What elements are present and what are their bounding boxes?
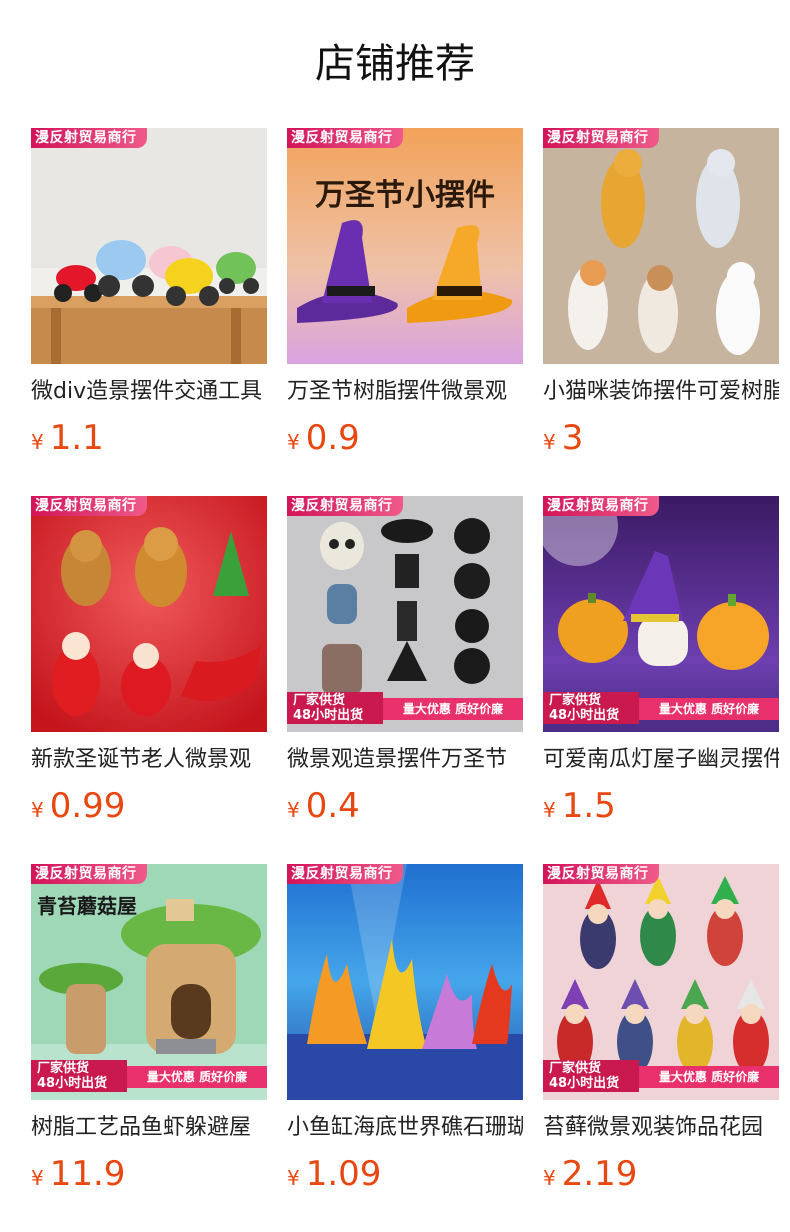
product-name[interactable]: 微div造景摆件交通工具 [31,376,267,408]
product-image[interactable]: 漫反射贸易商行 厂家供货 48小时出货 量大优惠 质好价廉 [543,496,779,732]
price-value: 0.99 [49,786,126,826]
promo-banner-right: 量大优惠 质好价廉 [639,698,779,720]
product-name[interactable]: 树脂工艺品鱼虾躲避屋 [31,1112,267,1144]
shop-tag: 漫反射贸易商行 [543,496,659,516]
product-price: ¥3 [543,416,583,466]
product-price: ¥0.99 [31,784,125,834]
image-overlay-title: 万圣节小摆件 [315,178,495,213]
promo-banner-left: 厂家供货 48小时出货 [31,1060,127,1092]
product-price: ¥11.9 [31,1152,125,1202]
product-price: ¥1.1 [31,416,104,466]
promo-banner-right: 量大优惠 质好价廉 [383,698,523,720]
product-name[interactable]: 可爱南瓜灯屋子幽灵摆件 [543,744,779,776]
price-value: 0.9 [305,418,360,458]
shop-tag: 漫反射贸易商行 [287,864,403,884]
price-value: 11.9 [49,1154,126,1194]
product-image[interactable]: 漫反射贸易商行 厂家供货 48小时出货 量大优惠 质好价廉 [543,864,779,1100]
product-name[interactable]: 微景观造景摆件万圣节 [287,744,523,776]
promo-banner-right: 量大优惠 质好价廉 [639,1066,779,1088]
price-value: 1.1 [49,418,104,458]
product-image[interactable]: 漫反射贸易商行 [543,128,779,364]
shop-tag: 漫反射贸易商行 [287,496,403,516]
product-price: ¥1.09 [287,1152,381,1202]
product-image[interactable]: 万圣节小摆件 漫反射贸易商行 [287,128,523,364]
product-price: ¥2.19 [543,1152,637,1202]
product-name[interactable]: 苔藓微景观装饰品花园 [543,1112,779,1144]
currency-symbol: ¥ [543,798,556,822]
product-image[interactable]: 漫反射贸易商行 厂家供货 48小时出货 量大优惠 质好价廉 [287,496,523,732]
promo-banner: 厂家供货 48小时出货 量大优惠 质好价廉 [543,692,779,724]
currency-symbol: ¥ [287,798,300,822]
product-image[interactable]: 漫反射贸易商行 [287,864,523,1100]
currency-symbol: ¥ [31,798,44,822]
promo-banner: 厂家供货 48小时出货 量大优惠 质好价廉 [287,692,523,724]
product-image[interactable]: 青苔蘑菇屋 漫反射贸易商行 厂家供货 48小时出货 量大优惠 质好价廉 [31,864,267,1100]
currency-symbol: ¥ [287,1166,300,1190]
shop-tag: 漫反射贸易商行 [31,864,147,884]
promo-banner-left: 厂家供货 48小时出货 [543,1060,639,1092]
product-price: ¥0.4 [287,784,360,834]
promo-banner-left: 厂家供货 48小时出货 [287,692,383,724]
currency-symbol: ¥ [31,1166,44,1190]
shop-tag: 漫反射贸易商行 [543,864,659,884]
image-overlay-title: 青苔蘑菇屋 [37,894,137,918]
currency-symbol: ¥ [287,430,300,454]
shop-tag: 漫反射贸易商行 [543,128,659,148]
product-name[interactable]: 万圣节树脂摆件微景观 [287,376,523,408]
shop-tag: 漫反射贸易商行 [31,128,147,148]
shop-tag: 漫反射贸易商行 [31,496,147,516]
page-title: 店铺推荐 [315,41,475,87]
product-price: ¥1.5 [543,784,616,834]
currency-symbol: ¥ [543,430,556,454]
product-name[interactable]: 小猫咪装饰摆件可爱树脂 [543,376,779,408]
product-image[interactable]: 漫反射贸易商行 [31,128,267,364]
price-value: 3 [561,418,584,458]
promo-banner-right: 量大优惠 质好价廉 [127,1066,267,1088]
currency-symbol: ¥ [31,430,44,454]
price-value: 1.09 [305,1154,382,1194]
price-value: 1.5 [561,786,616,826]
promo-banner: 厂家供货 48小时出货 量大优惠 质好价廉 [543,1060,779,1092]
product-image[interactable]: 漫反射贸易商行 [31,496,267,732]
product-price: ¥0.9 [287,416,360,466]
promo-banner: 厂家供货 48小时出货 量大优惠 质好价廉 [31,1060,267,1092]
product-name[interactable]: 新款圣诞节老人微景观 [31,744,267,776]
product-name[interactable]: 小鱼缸海底世界礁石珊瑚 [287,1112,523,1144]
shop-tag: 漫反射贸易商行 [287,128,403,148]
price-value: 2.19 [561,1154,638,1194]
currency-symbol: ¥ [543,1166,556,1190]
price-value: 0.4 [305,786,360,826]
promo-banner-left: 厂家供货 48小时出货 [543,692,639,724]
